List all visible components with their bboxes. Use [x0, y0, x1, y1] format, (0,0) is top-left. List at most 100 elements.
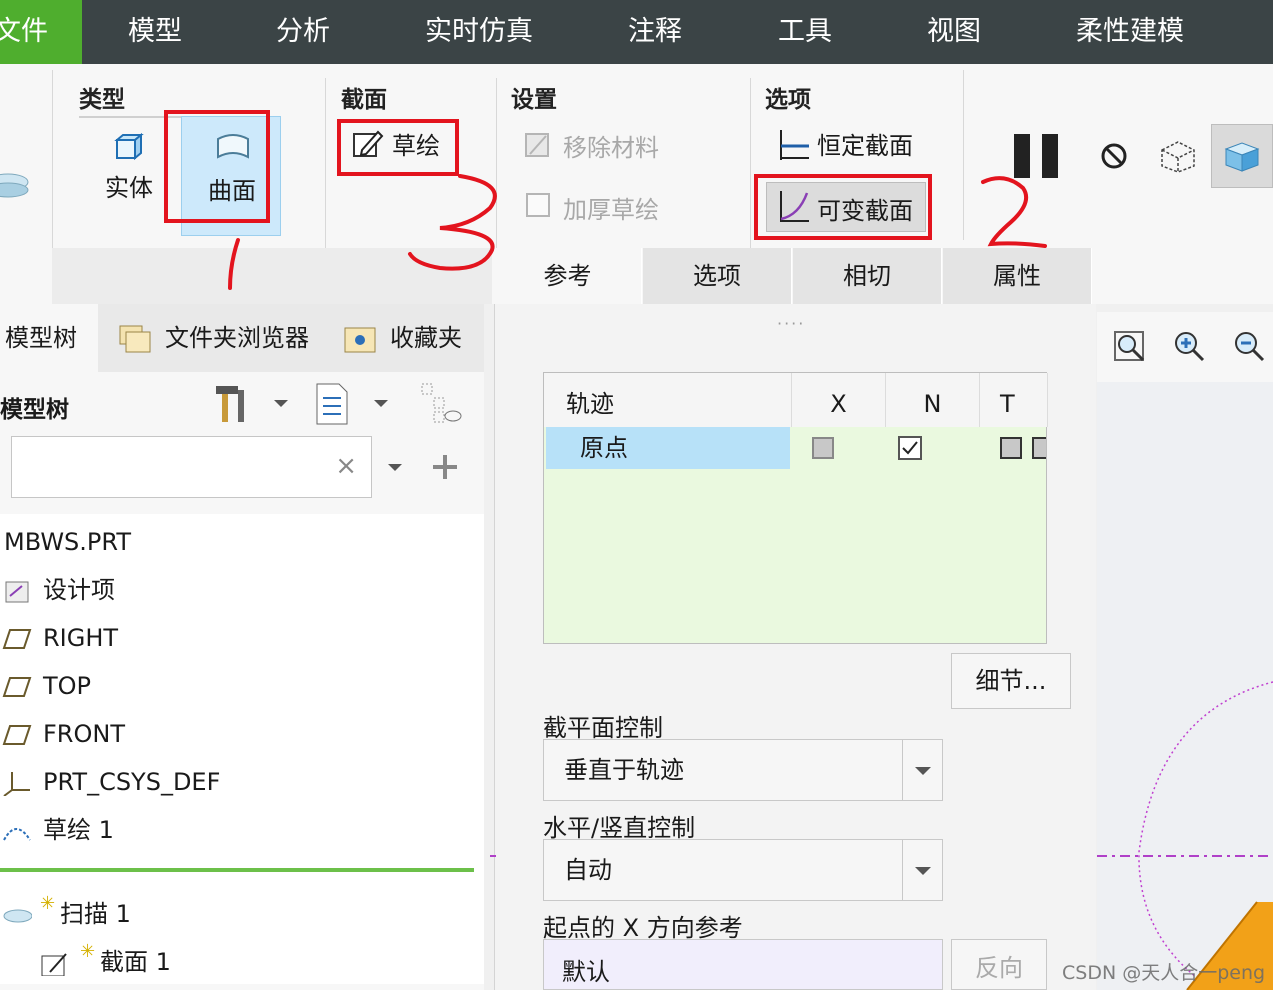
hv-control-label: 水平/竖直控制: [543, 814, 696, 842]
highlight-sketch: [337, 119, 459, 176]
add-filter-icon[interactable]: [433, 455, 457, 479]
menu-file[interactable]: 文件: [0, 0, 82, 64]
n-checkbox[interactable]: [898, 436, 922, 460]
details-button[interactable]: 细节...: [951, 653, 1071, 709]
zoom-in-icon[interactable]: [1173, 330, 1207, 364]
tree-item-label: 设计项: [43, 576, 115, 604]
highlight-variable-section: [754, 174, 932, 240]
refit-icon[interactable]: [1113, 330, 1147, 364]
zoom-out-icon[interactable]: [1233, 330, 1267, 364]
tree-search-input[interactable]: ×: [11, 436, 372, 498]
chevron-down-icon: [902, 840, 942, 900]
thicken-sketch-label: 加厚草绘: [563, 196, 659, 224]
trajectory-table: 轨迹 X N T 原点: [543, 372, 1048, 644]
datum-plane-icon: [2, 725, 32, 745]
column-t: T: [980, 373, 1048, 427]
t-checkbox[interactable]: [1000, 437, 1022, 459]
tree-item-label: 截面 1: [100, 948, 171, 976]
search-dropdown-icon[interactable]: [388, 464, 402, 471]
thicken-sketch-checkbox[interactable]: 加厚草绘: [521, 188, 681, 228]
tab-favorites[interactable]: 收藏夹: [390, 304, 462, 372]
chevron-down-icon: [902, 740, 942, 800]
folder-browser-icon: [119, 325, 151, 353]
settings-hammer-icon[interactable]: [212, 382, 252, 426]
graphics-viewport[interactable]: [1097, 382, 1273, 990]
section-plane-control-value: 垂直于轨迹: [564, 756, 684, 784]
coordinate-system-icon: [3, 772, 30, 796]
column-n: N: [886, 373, 980, 427]
x-reference-value: 默认: [562, 958, 610, 986]
axis-line-fragment: [490, 855, 496, 857]
handwritten-mark-3: [408, 174, 497, 271]
geometry-preview-icon[interactable]: [1158, 138, 1198, 174]
hv-control-select[interactable]: 自动: [543, 839, 943, 901]
tab-folder-browser[interactable]: 文件夹浏览器: [165, 304, 309, 372]
constant-section-button[interactable]: 恒定截面: [775, 126, 925, 166]
tab-model-tree[interactable]: 模型树: [0, 304, 98, 372]
flip-button[interactable]: 反向: [951, 939, 1047, 990]
handwritten-mark-2: [981, 176, 1047, 248]
menu-simulation[interactable]: 实时仿真: [425, 0, 533, 64]
menu-model[interactable]: 模型: [128, 0, 182, 64]
checkbox-icon: [526, 193, 550, 217]
tree-item-label: 草绘 1: [43, 816, 114, 844]
menu-view[interactable]: 视图: [927, 0, 981, 64]
section-plane-control-select[interactable]: 垂直于轨迹: [543, 739, 943, 801]
section-sketch-icon: [41, 953, 67, 976]
solid-label: 实体: [105, 174, 153, 202]
t-checkbox-extra[interactable]: [1032, 437, 1046, 459]
sketch-icon: [3, 828, 31, 841]
tab-options[interactable]: 选项: [643, 248, 792, 304]
menu-analysis[interactable]: 分析: [276, 0, 330, 64]
remove-material-button[interactable]: 移除材料: [521, 128, 681, 168]
tree-item-label: TOP: [43, 672, 92, 700]
datum-plane-icon: [2, 677, 32, 697]
tree-item-label: 扫描 1: [60, 900, 131, 928]
favorites-icon: [344, 327, 376, 353]
sweep-tool-icon[interactable]: [0, 164, 30, 200]
tree-item-label: MBWS.PRT: [4, 528, 131, 556]
model-geometry: [1097, 681, 1273, 990]
menu-flexible-modeling[interactable]: 柔性建模: [1076, 0, 1184, 64]
tree-item-label: RIGHT: [43, 624, 119, 652]
tab-properties[interactable]: 属性: [943, 248, 1092, 304]
checkmark-icon: [902, 441, 918, 455]
settings-group-title: 设置: [511, 87, 557, 113]
tab-tangency[interactable]: 相切: [793, 248, 942, 304]
no-preview-icon[interactable]: [1100, 142, 1130, 172]
new-feature-star-icon: ✳: [80, 941, 96, 962]
table-row[interactable]: 原点: [546, 427, 1046, 469]
handwritten-mark-1: [228, 238, 240, 290]
clear-search-icon[interactable]: ×: [335, 451, 357, 481]
insert-indicator: [0, 868, 474, 872]
settings-dropdown-icon[interactable]: [274, 400, 288, 407]
x-reference-field[interactable]: 默认: [543, 939, 943, 990]
menu-tools[interactable]: 工具: [778, 0, 832, 64]
remove-material-icon: [525, 133, 549, 157]
show-list-icon[interactable]: [315, 382, 351, 426]
drag-handle[interactable]: ····: [777, 314, 805, 333]
column-trajectory: 轨迹: [544, 373, 792, 427]
section-group-title: 截面: [341, 87, 387, 113]
tree-item-label: PRT_CSYS_DEF: [43, 768, 221, 796]
options-group-title: 选项: [765, 87, 811, 113]
sweep-icon: [3, 909, 32, 923]
show-dropdown-icon[interactable]: [374, 400, 388, 407]
shaded-preview-icon: [1224, 142, 1260, 172]
x-reference-label: 起点的 X 方向参考: [543, 914, 743, 942]
remove-material-label: 移除材料: [563, 134, 659, 162]
constant-section-icon: [780, 130, 809, 160]
x-checkbox[interactable]: [812, 437, 834, 459]
solid-button[interactable]: 实体: [90, 126, 170, 206]
column-x: X: [792, 373, 886, 427]
tab-references[interactable]: 参考: [494, 248, 642, 304]
menu-annotate[interactable]: 注释: [628, 0, 682, 64]
type-group-title: 类型: [79, 87, 125, 113]
watermark: CSDN @天人合一peng: [1062, 962, 1266, 984]
new-feature-star-icon: ✳: [40, 893, 56, 914]
filter-tree-icon[interactable]: [420, 382, 464, 426]
section-plane-control-label: 截平面控制: [543, 714, 663, 742]
shaded-preview-button[interactable]: [1211, 124, 1273, 188]
datum-plane-icon: [2, 629, 32, 649]
hv-control-value: 自动: [564, 856, 612, 884]
